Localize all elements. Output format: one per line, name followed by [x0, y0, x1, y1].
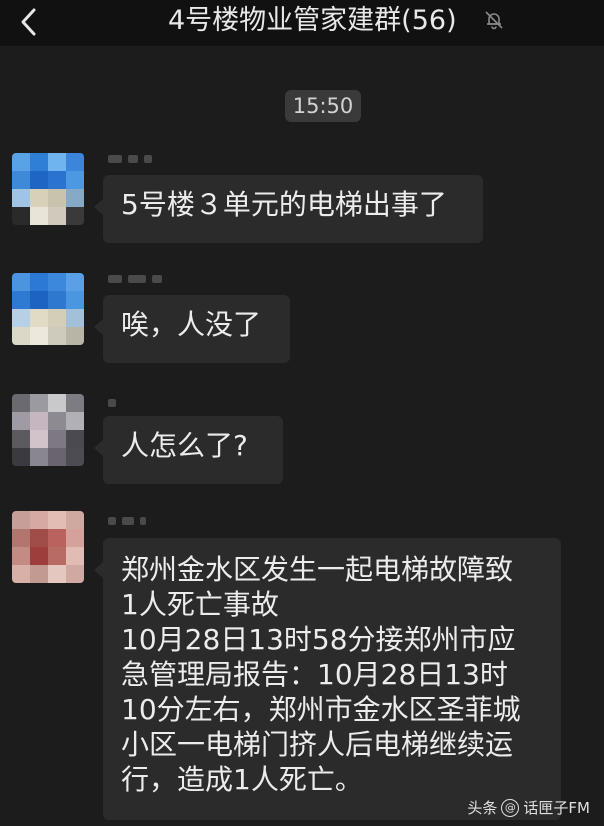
watermark-handle: 话匣子FM: [523, 799, 590, 817]
sender-name-blurred: [108, 514, 168, 528]
avatar[interactable]: [12, 273, 84, 345]
mute-bell-icon: [485, 11, 503, 30]
message-text: 5号楼３单元的电梯出事了: [121, 188, 447, 221]
timestamp-badge: 15:50: [285, 90, 361, 122]
message-text: 人怎么了?: [121, 429, 248, 462]
chat-header: 4号楼物业管家建群(56): [0, 0, 604, 46]
message-bubble[interactable]: 唉，人没了: [94, 295, 290, 363]
avatar[interactable]: [12, 511, 84, 583]
chat-title: 4号楼物业管家建群(56): [168, 5, 457, 36]
message-text-line: 急管理局报告：10月28日13时: [121, 658, 508, 691]
message-bubble[interactable]: 人怎么了?: [94, 416, 283, 484]
message-text-line: 10分左右，郑州市金水区圣菲城: [121, 693, 521, 726]
back-button[interactable]: [12, 4, 44, 40]
message-text-line: 郑州金水区发生一起电梯故障致: [121, 553, 514, 586]
avatar[interactable]: [12, 153, 84, 225]
sender-name-blurred: [108, 152, 168, 166]
message-bubble[interactable]: 5号楼３单元的电梯出事了: [94, 175, 483, 243]
message-text-line: 行，造成1人死亡。: [121, 763, 363, 796]
at-icon: @: [501, 798, 520, 817]
watermark-brand: 头条: [467, 799, 498, 817]
chevron-left-icon: [21, 8, 36, 36]
message-bubble[interactable]: 郑州金水区发生一起电梯故障致 1人死亡事故 10月28日13时58分接郑州市应 …: [94, 538, 561, 820]
sender-name-blurred: [108, 272, 168, 286]
message-text-line: 小区一电梯门挤人后电梯继续运: [121, 728, 514, 761]
message-text-line: 1人死亡事故: [121, 588, 279, 621]
message-text: 唉，人没了: [121, 308, 262, 341]
sender-name-blurred: [108, 396, 168, 410]
message-text-line: 10月28日13时58分接郑州市应: [121, 623, 516, 656]
watermark: 头条 @ 话匣子FM: [467, 797, 590, 818]
avatar[interactable]: [12, 394, 84, 466]
